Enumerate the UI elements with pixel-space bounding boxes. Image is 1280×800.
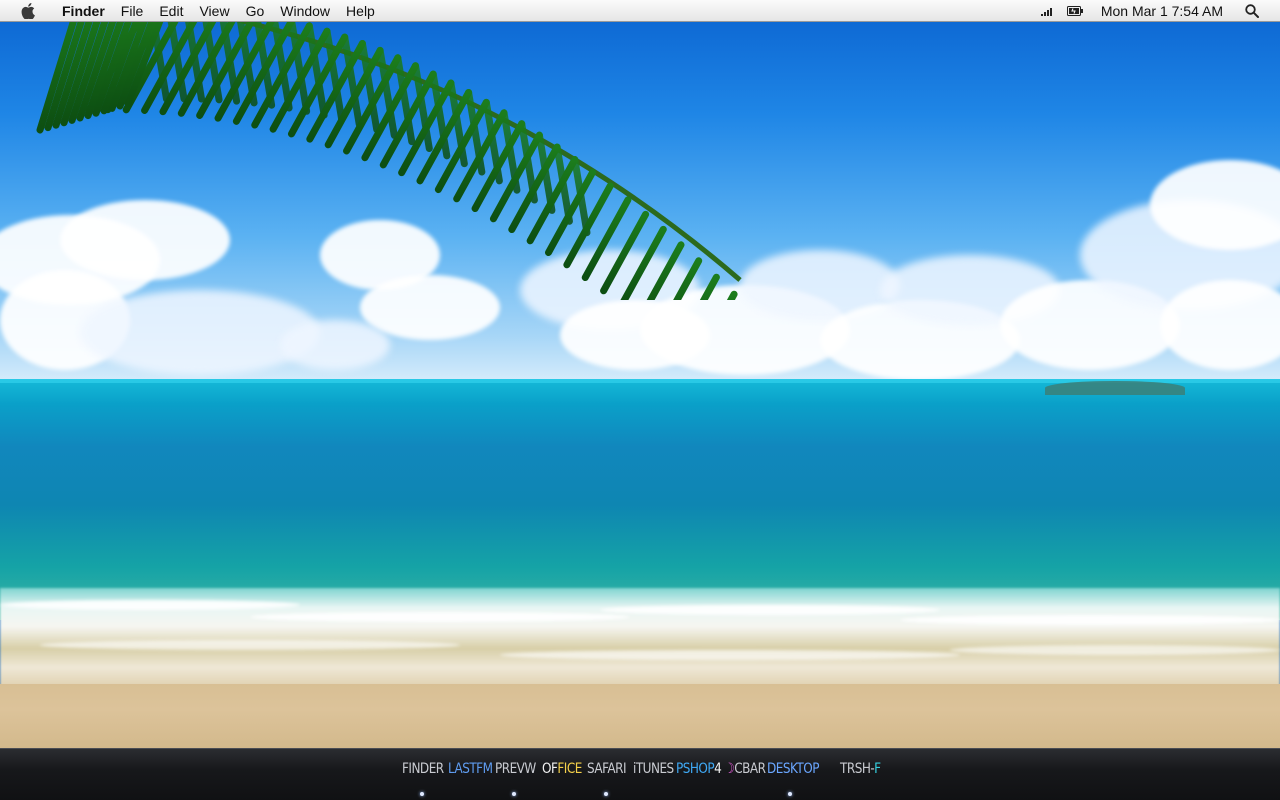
menu-window[interactable]: Window: [272, 0, 338, 22]
dock-item-office-text: FICE: [557, 761, 582, 777]
dock-running-indicator: [512, 792, 516, 796]
dock-item-trash[interactable]: TRSH-F: [840, 760, 881, 778]
dock-item-cbar[interactable]: ☽CBAR: [724, 760, 766, 778]
palm-frond-image: [36, 0, 742, 300]
dock: FINDER LASTFM PREVW OFFICE SAFARI iTUNES PSHOP…: [0, 748, 1280, 800]
dock-running-indicator: [420, 792, 424, 796]
menu-bar: Finder File Edit View Go Window Help Mon…: [0, 0, 1280, 22]
dock-item-finder[interactable]: FINDER: [402, 760, 444, 778]
dock-item-photoshop-text: 4: [714, 761, 722, 777]
dock-item-itunes-text: iTUNES: [633, 761, 674, 777]
menu-clock[interactable]: Mon Mar 1 7:54 AM: [1101, 3, 1223, 19]
dock-item-photoshop[interactable]: PSHOP4: [676, 760, 722, 778]
apple-icon[interactable]: [21, 2, 35, 19]
menu-edit[interactable]: Edit: [151, 0, 191, 22]
dock-item-cbar-text: ☽: [724, 761, 735, 777]
wifi-signal-icon[interactable]: [1040, 0, 1053, 21]
desktop-wallpaper[interactable]: [0, 0, 1280, 800]
menu-extras: Mon Mar 1 7:54 AM: [1040, 0, 1280, 21]
spotlight-search-icon[interactable]: [1245, 0, 1259, 21]
dock-item-lastfm-text: LASTFM: [448, 761, 493, 777]
dock-item-safari[interactable]: SAFARI: [587, 760, 627, 778]
dock-item-office-text: OF: [542, 761, 558, 777]
dock-item-trash-text: TRSH-: [840, 761, 875, 777]
dock-item-finder-text: FINDER: [402, 761, 444, 777]
dock-item-itunes[interactable]: iTUNES: [633, 760, 674, 778]
dock-item-office[interactable]: OFFICE: [542, 760, 582, 778]
wallpaper-sand: [0, 684, 1280, 748]
menu-view[interactable]: View: [191, 0, 237, 22]
dock-item-photoshop-text: PSHOP: [676, 761, 715, 777]
menu-app-name[interactable]: Finder: [54, 0, 113, 22]
menu-file[interactable]: File: [113, 0, 152, 22]
dock-item-desktop-text: DESKTOP: [767, 761, 819, 777]
dock-item-safari-text: SAFARI: [587, 761, 627, 777]
menu-go[interactable]: Go: [238, 0, 273, 22]
battery-icon[interactable]: [1066, 0, 1083, 21]
dock-item-lastfm[interactable]: LASTFM: [448, 760, 493, 778]
dock-item-cbar-text: CBAR: [734, 761, 766, 777]
dock-item-preview-text: PREVW: [495, 761, 536, 777]
dock-running-indicator: [604, 792, 608, 796]
wallpaper-island: [1045, 381, 1185, 395]
menu-help[interactable]: Help: [338, 0, 383, 22]
dock-item-desktop[interactable]: DESKTOP: [767, 760, 819, 778]
dock-item-trash-text: F: [874, 761, 881, 777]
dock-item-preview[interactable]: PREVW: [495, 760, 536, 778]
dock-running-indicator: [788, 792, 792, 796]
wallpaper-sea: [0, 380, 1280, 620]
